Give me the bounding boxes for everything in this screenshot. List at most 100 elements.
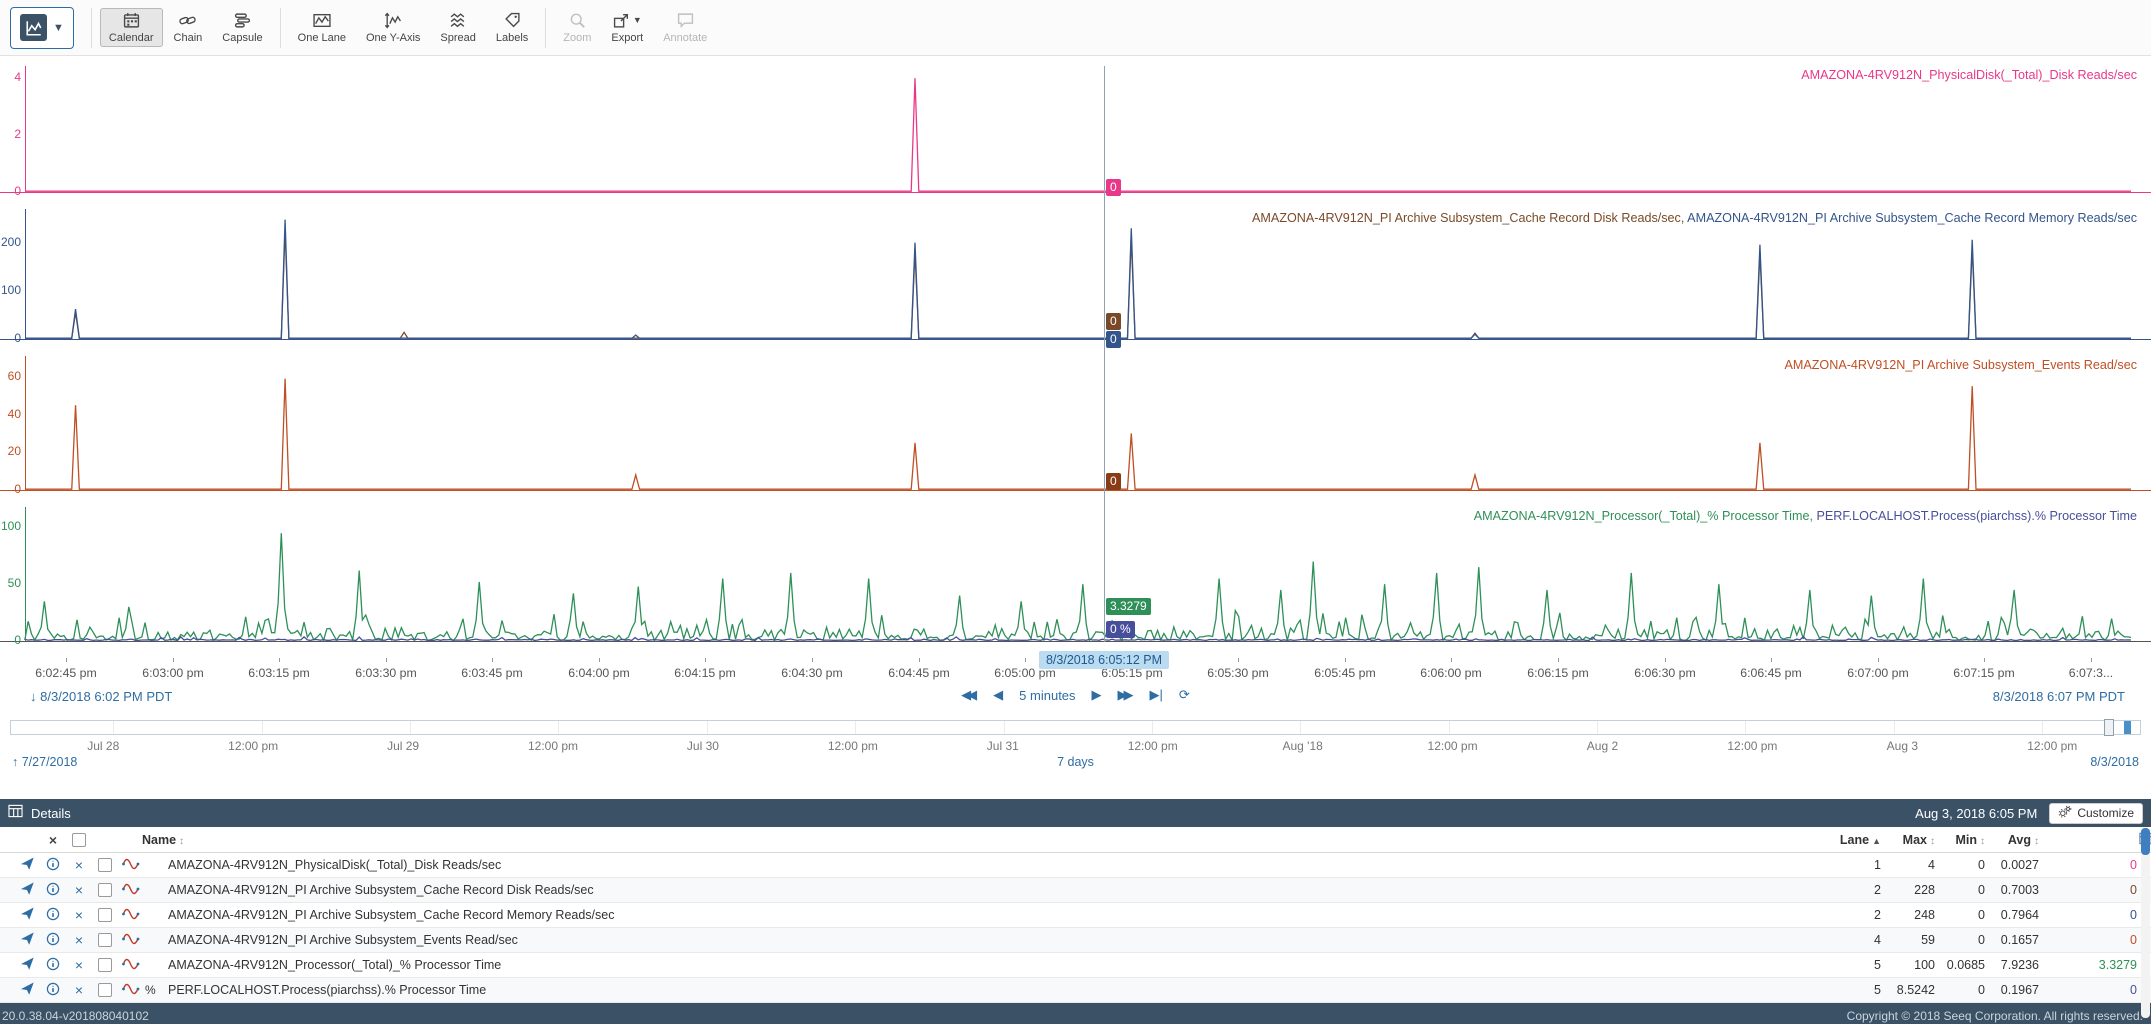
table-scrollbar[interactable]: [2141, 828, 2150, 1018]
customize-button[interactable]: Customize: [2049, 803, 2143, 824]
info-icon[interactable]: [46, 932, 60, 949]
lane-cell: 2: [1825, 908, 1883, 922]
step-back-fast-button[interactable]: ◀◀: [961, 687, 977, 703]
details-table-row[interactable]: ×AMAZONA-4RV912N_PhysicalDisk(_Total)_Di…: [0, 853, 2151, 878]
annotate-button[interactable]: Annotate: [654, 8, 716, 47]
duration-link[interactable]: 5 minutes: [1019, 688, 1075, 703]
row-checkbox[interactable]: [98, 858, 112, 872]
timeline-handle[interactable]: [2104, 719, 2114, 736]
toolbar-separator: [91, 8, 92, 48]
timeline-tick: [1300, 721, 1301, 734]
calendar-button[interactable]: Calendar: [100, 8, 163, 47]
details-table-row[interactable]: ×AMAZONA-4RV912N_PI Archive Subsystem_Ev…: [0, 928, 2151, 953]
lane-series-label: AMAZONA-4RV912N_PI Archive Subsystem_Cac…: [1252, 211, 2137, 225]
y-axis-tick-label: 60: [0, 369, 21, 383]
zoom-button[interactable]: Zoom: [554, 8, 600, 47]
signal-icon: [122, 907, 140, 924]
row-checkbox[interactable]: [98, 933, 112, 947]
chart-type-dropdown[interactable]: ▼: [10, 7, 74, 49]
x-axis-tick: [173, 658, 174, 662]
step-forward-fast-button[interactable]: ▶▶: [1118, 687, 1134, 703]
spread-button[interactable]: Spread: [431, 8, 484, 47]
y-axis-tick-label: 0: [0, 482, 21, 496]
one-lane-button[interactable]: One Lane: [289, 8, 355, 47]
step-back-button[interactable]: ◀: [993, 687, 1003, 703]
x-axis-tick-label: 6:05:30 pm: [1207, 666, 1269, 680]
trend-lane-2[interactable]: 2001000AMAZONA-4RV912N_PI Archive Subsys…: [0, 209, 2151, 340]
one-y-axis-button[interactable]: One Y-Axis: [357, 8, 429, 47]
timeline-tick-label: 12:00 pm: [228, 739, 278, 753]
row-checkbox[interactable]: [98, 983, 112, 997]
remove-all-icon[interactable]: ×: [49, 833, 57, 847]
timeline-track[interactable]: [10, 720, 2141, 735]
range-start-link[interactable]: ↓ 8/3/2018 6:02 PM PDT: [30, 689, 172, 704]
remove-icon[interactable]: ×: [75, 908, 83, 922]
jump-to-end-button[interactable]: ▶|: [1150, 687, 1163, 703]
remove-icon[interactable]: ×: [75, 983, 83, 997]
info-icon[interactable]: [46, 857, 60, 874]
details-table-row[interactable]: ×AMAZONA-4RV912N_PI Archive Subsystem_Ca…: [0, 878, 2151, 903]
labels-button[interactable]: Labels: [487, 8, 537, 47]
navigate-icon[interactable]: [20, 931, 35, 949]
avg-cell: 0.0027: [1987, 858, 2041, 872]
info-icon[interactable]: [46, 907, 60, 924]
chain-button[interactable]: Chain: [165, 8, 212, 47]
trend-lane-1[interactable]: 420AMAZONA-4RV912N_PhysicalDisk(_Total)_…: [0, 66, 2151, 193]
refresh-icon[interactable]: ⟳: [1179, 687, 1190, 703]
y-axis-line: [25, 209, 26, 339]
column-header-min[interactable]: Min↕: [1937, 833, 1987, 847]
x-axis-tick-label: 6:06:00 pm: [1420, 666, 1482, 680]
column-header-avg[interactable]: Avg↕: [1987, 833, 2041, 847]
x-axis-tick: [1771, 658, 1772, 662]
step-forward-button[interactable]: ▶: [1092, 687, 1102, 703]
details-table-row[interactable]: ×%PERF.LOCALHOST.Process(piarchss).% Pro…: [0, 978, 2151, 1003]
series-name: AMAZONA-4RV912N_PI Archive Subsystem_Cac…: [1687, 211, 2137, 225]
series-name: PERF.LOCALHOST.Process(piarchss).% Proce…: [1816, 509, 2137, 523]
cursor-timestamp: 8/3/2018 6:05:12 PM: [1039, 651, 1169, 669]
column-header-lane[interactable]: Lane▲: [1825, 833, 1883, 847]
navigate-icon[interactable]: [20, 856, 35, 874]
trend-lane-3[interactable]: 6040200AMAZONA-4RV912N_PI Archive Subsys…: [0, 356, 2151, 491]
investigate-start-link[interactable]: ↑ 7/27/2018: [12, 755, 77, 769]
navigate-icon[interactable]: [20, 881, 35, 899]
y-axis-tick-label: 0: [0, 184, 21, 198]
investigate-duration-link[interactable]: 7 days: [1057, 755, 1094, 769]
remove-icon[interactable]: ×: [75, 958, 83, 972]
timeline-tick-label: 12:00 pm: [1428, 739, 1478, 753]
navigate-icon[interactable]: [20, 956, 35, 974]
remove-icon[interactable]: ×: [75, 933, 83, 947]
investigate-end-link[interactable]: 8/3/2018: [2090, 755, 2139, 769]
y-axis-tick-label: 4: [0, 70, 21, 84]
info-icon[interactable]: [46, 957, 60, 974]
select-all-checkbox[interactable]: [72, 833, 86, 847]
signal-icon: [122, 982, 140, 999]
capsule-button[interactable]: Capsule: [213, 8, 271, 47]
one-y-axis-icon: [384, 11, 402, 29]
scrollbar-thumb[interactable]: [2141, 828, 2150, 855]
remove-icon[interactable]: ×: [75, 883, 83, 897]
timeline-tick-label: 12:00 pm: [2027, 739, 2077, 753]
info-icon[interactable]: [46, 882, 60, 899]
trend-view-icon: [20, 14, 47, 41]
timeline-selected-range[interactable]: [2124, 721, 2131, 734]
lane-series-label: AMAZONA-4RV912N_PhysicalDisk(_Total)_Dis…: [1801, 68, 2137, 82]
row-checkbox[interactable]: [98, 883, 112, 897]
y-axis-line: [25, 507, 26, 641]
row-checkbox[interactable]: [98, 958, 112, 972]
navigate-icon[interactable]: [20, 906, 35, 924]
navigate-icon[interactable]: [20, 981, 35, 999]
info-icon[interactable]: [46, 982, 60, 999]
export-button[interactable]: ▼Export: [602, 8, 652, 47]
column-header-max[interactable]: Max↕: [1883, 833, 1937, 847]
details-table-row[interactable]: ×AMAZONA-4RV912N_PI Archive Subsystem_Ca…: [0, 903, 2151, 928]
details-table-row[interactable]: ×AMAZONA-4RV912N_Processor(_Total)_% Pro…: [0, 953, 2151, 978]
lane-series-label: AMAZONA-4RV912N_PI Archive Subsystem_Eve…: [1784, 358, 2137, 372]
trend-lane-4[interactable]: 100500AMAZONA-4RV912N_Processor(_Total)_…: [0, 507, 2151, 642]
x-axis-tick: [1025, 658, 1026, 662]
remove-icon[interactable]: ×: [75, 858, 83, 872]
range-end-label: 8/3/2018 6:07 PM PDT: [1993, 689, 2125, 704]
toolbar-separator: [280, 8, 281, 48]
column-header-name[interactable]: Name↕: [142, 833, 1825, 847]
x-axis-tick-label: 6:02:45 pm: [35, 666, 97, 680]
row-checkbox[interactable]: [98, 908, 112, 922]
